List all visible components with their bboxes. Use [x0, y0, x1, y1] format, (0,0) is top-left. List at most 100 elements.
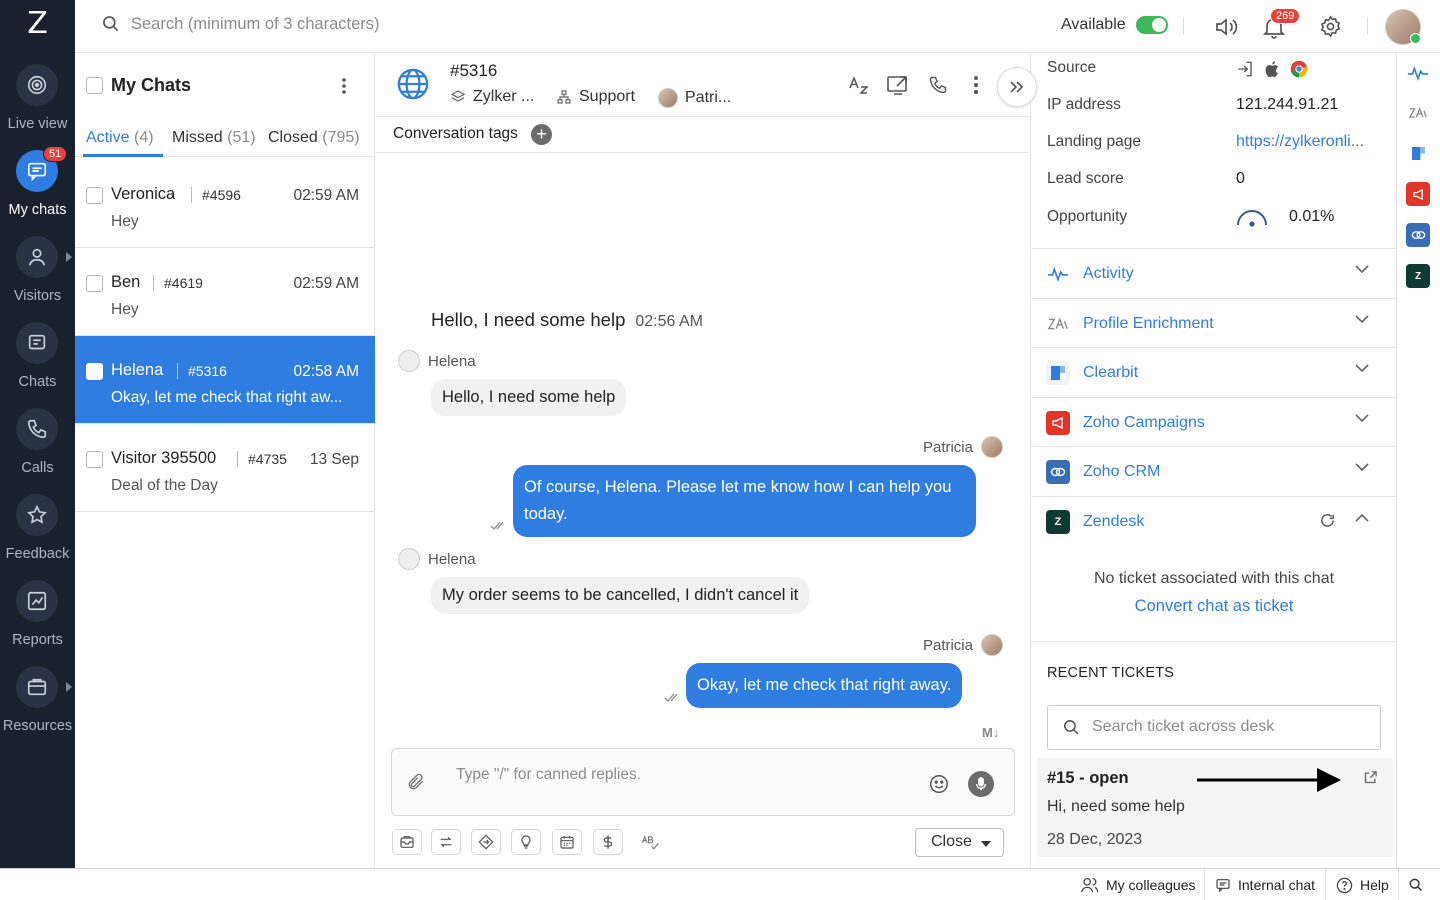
tab-missed[interactable]: Missed (51)	[172, 129, 256, 147]
ticket-search-field[interactable]: Search ticket across desk	[1047, 705, 1381, 750]
convert-to-ticket-link[interactable]: Convert chat as ticket	[1031, 597, 1397, 616]
clearbit-icon[interactable]	[1406, 141, 1430, 165]
gear-icon[interactable]	[1319, 15, 1342, 38]
share-screen-icon[interactable]	[886, 74, 910, 96]
accordion-profile-enrichment[interactable]: Profile Enrichment	[1031, 298, 1397, 348]
accordion-label: Profile Enrichment	[1083, 315, 1214, 332]
microphone-button[interactable]	[968, 771, 994, 797]
nav-reports[interactable]: Reports	[0, 580, 75, 660]
chat-id: #4596	[191, 187, 241, 203]
visitor-info-panel: Source IP address 121.244.91.21 Landing …	[1030, 53, 1397, 868]
zoho-crm-icon[interactable]	[1406, 223, 1430, 247]
open-external-icon[interactable]	[1363, 770, 1378, 785]
chat-list-item[interactable]: Ben #4619 02:59 AM Hey	[75, 248, 375, 336]
brand-meta[interactable]: Zylker ...	[450, 88, 534, 106]
chat-id: #4619	[153, 275, 203, 291]
opportunity-label: Opportunity	[1047, 208, 1128, 225]
calendar-button[interactable]	[552, 829, 582, 855]
expand-caret-icon	[66, 252, 72, 262]
close-chat-button[interactable]: Close	[915, 828, 1004, 857]
collapse-panel-button[interactable]	[997, 67, 1037, 107]
chat-list-item[interactable]: Visitor 395500 #4735 13 Sep Deal of the …	[75, 424, 375, 512]
suggestion-button[interactable]	[511, 829, 541, 855]
chat-time: 02:58 AM	[293, 363, 360, 380]
availability-toggle[interactable]	[1136, 16, 1168, 34]
activity-icon	[1046, 262, 1070, 286]
nav-my-chats[interactable]: 51 My chats	[0, 146, 75, 230]
chevron-down-icon	[1355, 265, 1369, 274]
agent-avatar	[658, 88, 678, 108]
inbox-icon	[399, 834, 415, 850]
accordion-label: Zendesk	[1083, 513, 1145, 530]
first-message-heading: Hello, I need some help 02:56 AM	[431, 309, 703, 330]
chat-checkbox[interactable]	[86, 363, 103, 380]
nav-resources[interactable]: Resources	[0, 666, 75, 746]
nav-visitors[interactable]: Visitors	[0, 236, 75, 316]
chevron-up-icon[interactable]	[1355, 513, 1369, 522]
accordion-zoho-crm[interactable]: Zoho CRM	[1031, 446, 1397, 496]
ticket-card[interactable]: #15 - open Hi, need some help 28 Dec, 20…	[1037, 758, 1393, 857]
chat-checkbox[interactable]	[86, 187, 103, 204]
accordion-clearbit[interactable]: Clearbit	[1031, 347, 1397, 397]
payment-button[interactable]	[593, 829, 623, 855]
message-composer[interactable]: Type "/" for canned replies.	[391, 748, 1015, 816]
message-sender: Helena	[398, 350, 476, 372]
message-input[interactable]: Type "/" for canned replies.	[456, 766, 641, 784]
bottom-bar: My colleagues Internal chat Help	[0, 868, 1440, 900]
search-input[interactable]: Search (minimum of 3 characters)	[131, 15, 380, 34]
attachment-icon[interactable]	[406, 771, 426, 793]
canned-response-button[interactable]	[392, 829, 422, 855]
ticket-search-input[interactable]: Search ticket across desk	[1092, 718, 1274, 736]
bottom-search-button[interactable]	[1398, 869, 1433, 900]
internal-chat-button[interactable]: Internal chat	[1204, 869, 1325, 900]
zendesk-icon[interactable]: Z	[1406, 264, 1430, 288]
chat-checkbox[interactable]	[86, 451, 103, 468]
zoho-campaigns-icon[interactable]	[1406, 182, 1430, 206]
emoji-icon[interactable]	[928, 773, 950, 795]
markdown-icon[interactable]: M↓	[982, 725, 999, 740]
landing-label: Landing page	[1047, 133, 1141, 150]
nav-label: Feedback	[5, 546, 70, 562]
landing-page-link[interactable]: https://zylkeronli...	[1236, 133, 1381, 151]
more-options-icon[interactable]	[973, 75, 979, 95]
nav-feedback[interactable]: Feedback	[0, 494, 75, 574]
my-colleagues-button[interactable]: My colleagues	[1070, 869, 1206, 900]
nav-label: My chats	[8, 202, 67, 218]
tab-closed[interactable]: Closed (795)	[268, 129, 360, 147]
nav-label: Chats	[18, 374, 57, 390]
refresh-icon[interactable]	[1319, 512, 1336, 529]
department-meta[interactable]: Support	[556, 88, 635, 106]
phone-icon[interactable]	[928, 75, 948, 95]
transfer-button[interactable]	[431, 829, 461, 855]
chat-list-title: My Chats	[111, 75, 192, 95]
user-avatar[interactable]	[1385, 9, 1421, 45]
ticket-date: 28 Dec, 2023	[1047, 831, 1143, 848]
profile-enrichment-icon[interactable]	[1406, 101, 1430, 125]
nav-chats[interactable]: Chats	[0, 322, 75, 402]
layers-icon	[450, 89, 466, 105]
routing-button[interactable]	[471, 829, 501, 855]
chat-checkbox[interactable]	[86, 275, 103, 292]
spellcheck-button[interactable]	[635, 829, 665, 855]
global-search[interactable]: Search (minimum of 3 characters)	[101, 14, 380, 34]
visitor-avatar	[398, 548, 420, 570]
accordion-activity[interactable]: Activity	[1031, 248, 1397, 298]
translate-icon[interactable]	[848, 75, 870, 95]
nav-live-view[interactable]: Live view	[0, 64, 75, 144]
tab-active[interactable]: Active (4)	[86, 129, 154, 147]
more-options-icon[interactable]	[341, 77, 347, 95]
sound-icon[interactable]	[1214, 15, 1242, 39]
chat-list-item[interactable]: Veronica #4596 02:59 AM Hey	[75, 160, 375, 248]
nav-calls[interactable]: Calls	[0, 408, 75, 488]
select-all-checkbox[interactable]	[86, 77, 103, 94]
add-tag-button[interactable]: +	[531, 124, 552, 145]
help-button[interactable]: Help	[1325, 869, 1399, 900]
nav-badge: 51	[43, 146, 68, 162]
live-view-icon	[16, 64, 58, 106]
chat-id: #4735	[237, 451, 287, 467]
agent-meta[interactable]: Patri...	[658, 88, 731, 108]
accordion-zoho-campaigns[interactable]: Zoho Campaigns	[1031, 397, 1397, 447]
accordion-zendesk[interactable]: Z Zendesk	[1031, 496, 1397, 546]
activity-icon[interactable]	[1406, 61, 1430, 85]
chat-list-item-selected[interactable]: Helena #5316 02:58 AM Okay, let me check…	[75, 336, 375, 424]
